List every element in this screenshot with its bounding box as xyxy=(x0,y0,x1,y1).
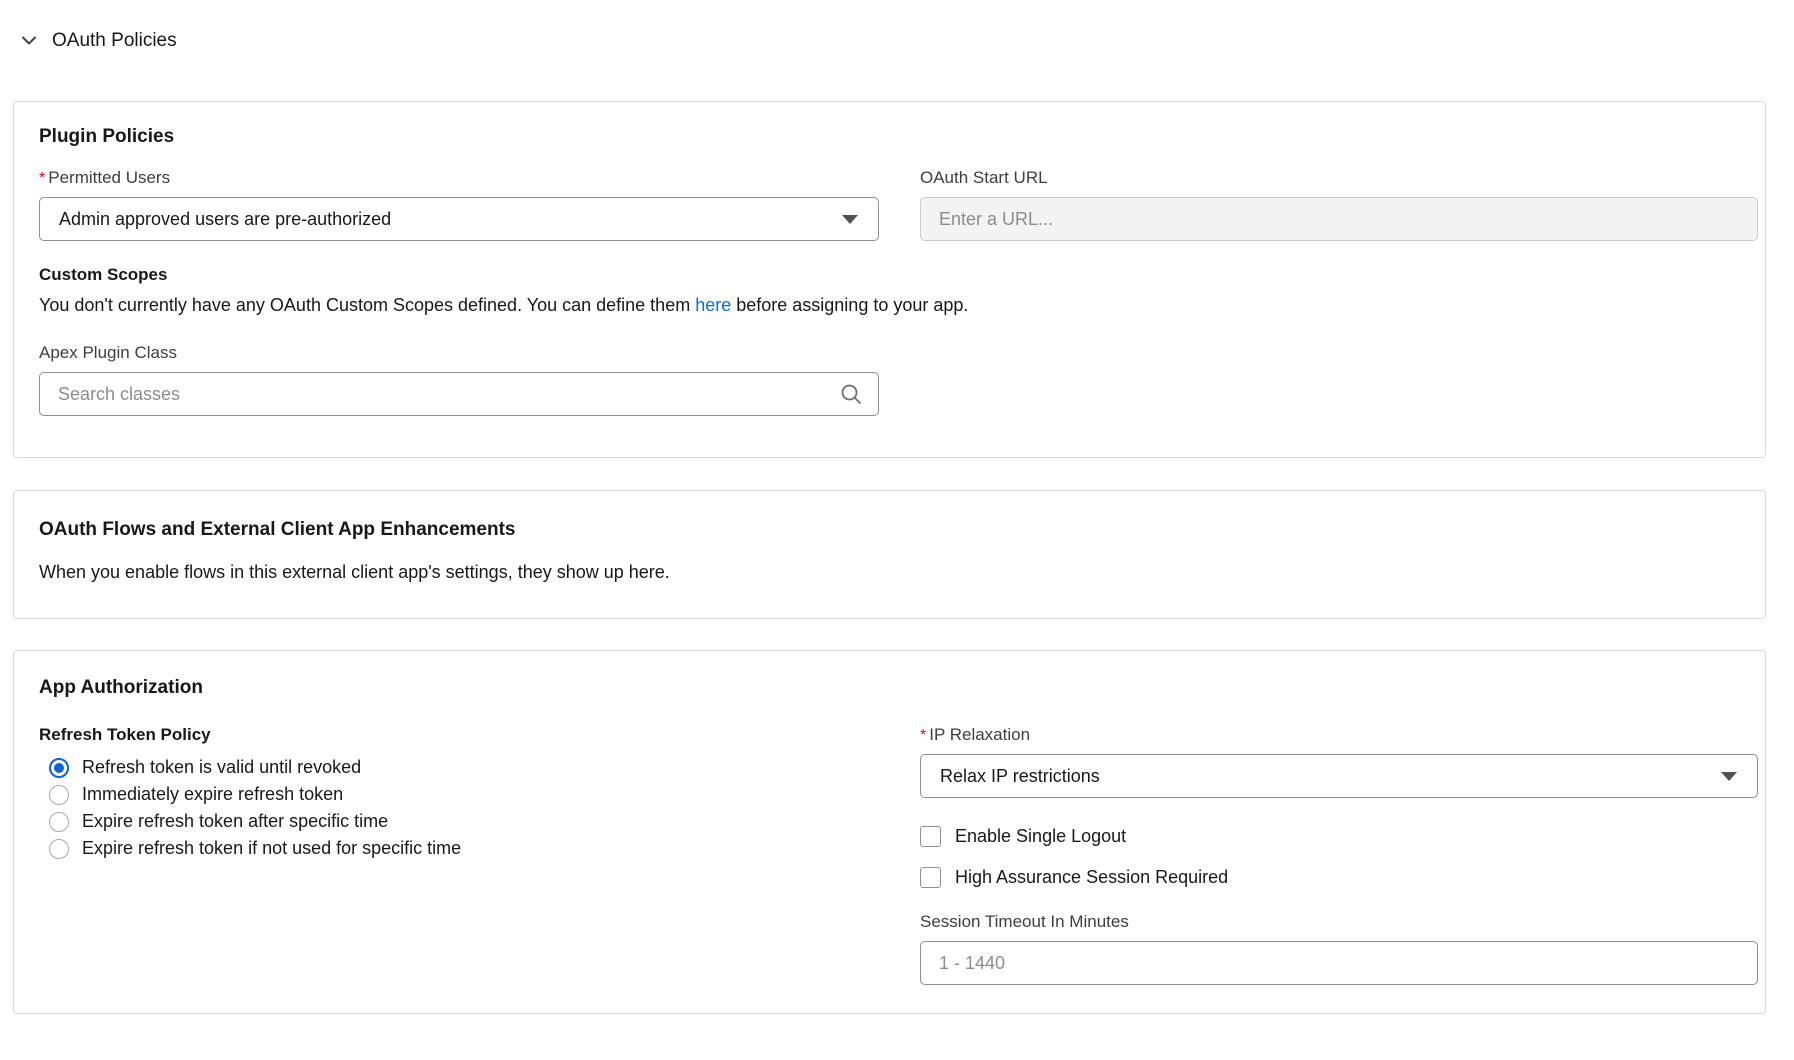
oauth-flows-card: OAuth Flows and External Client App Enha… xyxy=(13,490,1766,619)
app-authorization-card: App Authorization Refresh Token Policy R… xyxy=(13,650,1766,1014)
high-assurance-session-checkbox[interactable]: High Assurance Session Required xyxy=(920,865,1758,889)
radio-refresh-valid-until-revoked[interactable]: Refresh token is valid until revoked xyxy=(39,754,879,781)
oauth-start-url-input[interactable] xyxy=(920,197,1758,241)
radio-unselected-icon xyxy=(49,812,69,832)
required-asterisk: * xyxy=(39,170,45,188)
search-icon xyxy=(839,382,863,406)
plugin-policies-card: Plugin Policies * Permitted Users Admin … xyxy=(13,101,1766,458)
radio-immediately-expire[interactable]: Immediately expire refresh token xyxy=(39,781,879,808)
checkbox-unchecked-icon xyxy=(920,826,941,847)
app-authorization-title: App Authorization xyxy=(39,677,1765,699)
apex-plugin-class-label: Apex Plugin Class xyxy=(39,343,879,363)
chevron-down-icon xyxy=(20,32,38,50)
refresh-token-policy-label: Refresh Token Policy xyxy=(39,725,879,745)
ip-relaxation-value: Relax IP restrictions xyxy=(940,766,1721,787)
oauth-flows-title: OAuth Flows and External Client App Enha… xyxy=(39,519,1740,541)
radio-unselected-icon xyxy=(49,839,69,859)
permitted-users-label: * Permitted Users xyxy=(39,168,879,188)
checkbox-unchecked-icon xyxy=(920,867,941,888)
oauth-policies-section-toggle[interactable]: OAuth Policies xyxy=(20,30,1794,52)
apex-plugin-class-search-input[interactable] xyxy=(39,372,879,416)
radio-selected-icon xyxy=(49,758,69,778)
custom-scopes-label: Custom Scopes xyxy=(39,265,1765,285)
session-timeout-label: Session Timeout In Minutes xyxy=(920,912,1758,932)
permitted-users-select[interactable]: Admin approved users are pre-authorized xyxy=(39,197,879,241)
radio-expire-if-not-used[interactable]: Expire refresh token if not used for spe… xyxy=(39,835,879,862)
required-asterisk: * xyxy=(920,727,926,745)
chevron-down-icon xyxy=(842,215,858,224)
section-title: OAuth Policies xyxy=(52,30,177,52)
custom-scopes-text: You don't currently have any OAuth Custo… xyxy=(39,293,1765,317)
define-scopes-link[interactable]: here xyxy=(695,295,731,315)
ip-relaxation-label: * IP Relaxation xyxy=(920,725,1758,745)
permitted-users-value: Admin approved users are pre-authorized xyxy=(59,209,842,230)
oauth-start-url-label: OAuth Start URL xyxy=(920,168,1758,188)
radio-unselected-icon xyxy=(49,785,69,805)
enable-single-logout-checkbox[interactable]: Enable Single Logout xyxy=(920,824,1758,848)
refresh-token-policy-radio-group: Refresh token is valid until revoked Imm… xyxy=(39,754,879,862)
oauth-flows-description: When you enable flows in this external c… xyxy=(39,562,1740,583)
chevron-down-icon xyxy=(1721,772,1737,781)
radio-expire-after-time[interactable]: Expire refresh token after specific time xyxy=(39,808,879,835)
plugin-policies-title: Plugin Policies xyxy=(39,126,1765,148)
session-timeout-input[interactable] xyxy=(920,941,1758,985)
ip-relaxation-select[interactable]: Relax IP restrictions xyxy=(920,754,1758,798)
